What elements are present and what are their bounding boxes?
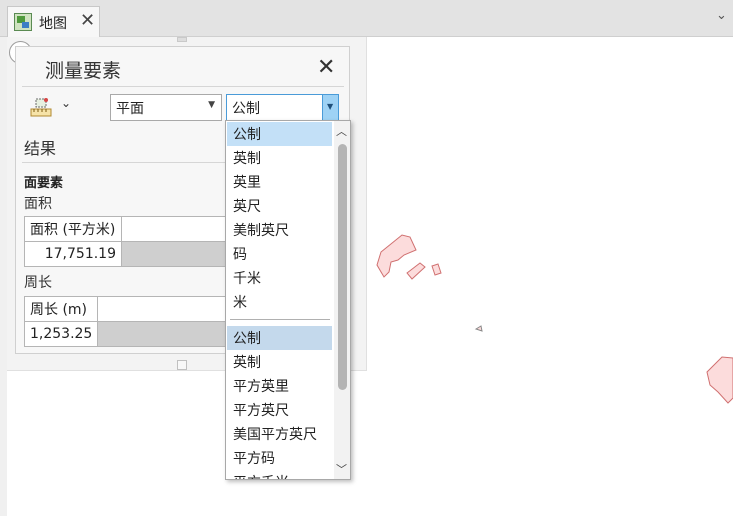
measure-area-icon[interactable]	[30, 97, 52, 117]
caret-down-icon: ▼	[208, 100, 215, 110]
linear-unit-option[interactable]: 公制	[227, 122, 332, 146]
measure-type-value: 平面	[116, 101, 144, 117]
area-unit-option[interactable]: 平方英尺	[227, 398, 332, 422]
linear-unit-option[interactable]: 英制	[227, 146, 332, 170]
panel-title: 测量要素	[45, 60, 122, 82]
area-unit-option[interactable]: 平方码	[227, 446, 332, 470]
map-feature-polygon-5[interactable]	[706, 356, 733, 404]
unit-dropdown-toggle[interactable]: ▼	[322, 95, 338, 120]
area-unit-option[interactable]: 英制	[227, 350, 332, 374]
perimeter-heading: 周长	[24, 275, 52, 291]
results-heading: 结果	[24, 139, 57, 158]
measure-mode-chevron-down-icon[interactable]: ⌄	[61, 96, 71, 110]
divider	[22, 86, 344, 87]
unit-system-value: 公制	[232, 101, 260, 117]
unit-system-select[interactable]: 公制 ▼	[226, 94, 339, 121]
area-unit-option[interactable]: 平方英里	[227, 374, 332, 398]
feature-type-heading: 面要素	[24, 176, 64, 191]
unit-dropdown-list: 公制 英制 英里 英尺 美制英尺 码 千米 米 公制 英制 平方英里 平方英尺 …	[225, 120, 351, 480]
caret-down-icon: ▼	[327, 102, 334, 111]
area-unit-option[interactable]: 平方千米	[227, 470, 332, 479]
scroll-up-icon[interactable]: ︿	[336, 123, 347, 139]
panel-resize-grip-bottom[interactable]	[177, 360, 187, 370]
linear-unit-option[interactable]: 千米	[227, 266, 332, 290]
scrollbar-thumb[interactable]	[338, 144, 347, 390]
linear-unit-option[interactable]: 美制英尺	[227, 218, 332, 242]
perimeter-value: 1,253.25	[23, 321, 99, 347]
area-unit-option[interactable]: 公制	[227, 326, 332, 350]
area-unit-option[interactable]: 美国平方英尺	[227, 422, 332, 446]
linear-unit-option[interactable]: 码	[227, 242, 332, 266]
linear-unit-option[interactable]: 米	[227, 290, 332, 314]
area-value: 17,751.19	[24, 241, 122, 267]
dropdown-divider	[230, 319, 330, 320]
area-column-header: 面积 (平方米)	[24, 216, 122, 242]
dropdown-scrollbar[interactable]: ︿ ﹀	[334, 121, 350, 479]
linear-unit-option[interactable]: 英尺	[227, 194, 332, 218]
map-feature-polygon-3[interactable]	[431, 263, 442, 276]
linear-unit-option[interactable]: 英里	[227, 170, 332, 194]
panel-resize-grip-top[interactable]	[177, 37, 187, 42]
area-heading: 面积	[24, 196, 52, 212]
map-feature-polygon-2[interactable]	[406, 262, 426, 280]
panel-close-icon[interactable]: ✕	[317, 55, 335, 80]
scroll-down-icon[interactable]: ﹀	[336, 461, 347, 477]
perimeter-column-header: 周长 (m)	[23, 296, 99, 322]
map-feature-polygon-4[interactable]	[474, 325, 483, 332]
measure-type-select[interactable]: 平面 ▼	[110, 94, 222, 121]
